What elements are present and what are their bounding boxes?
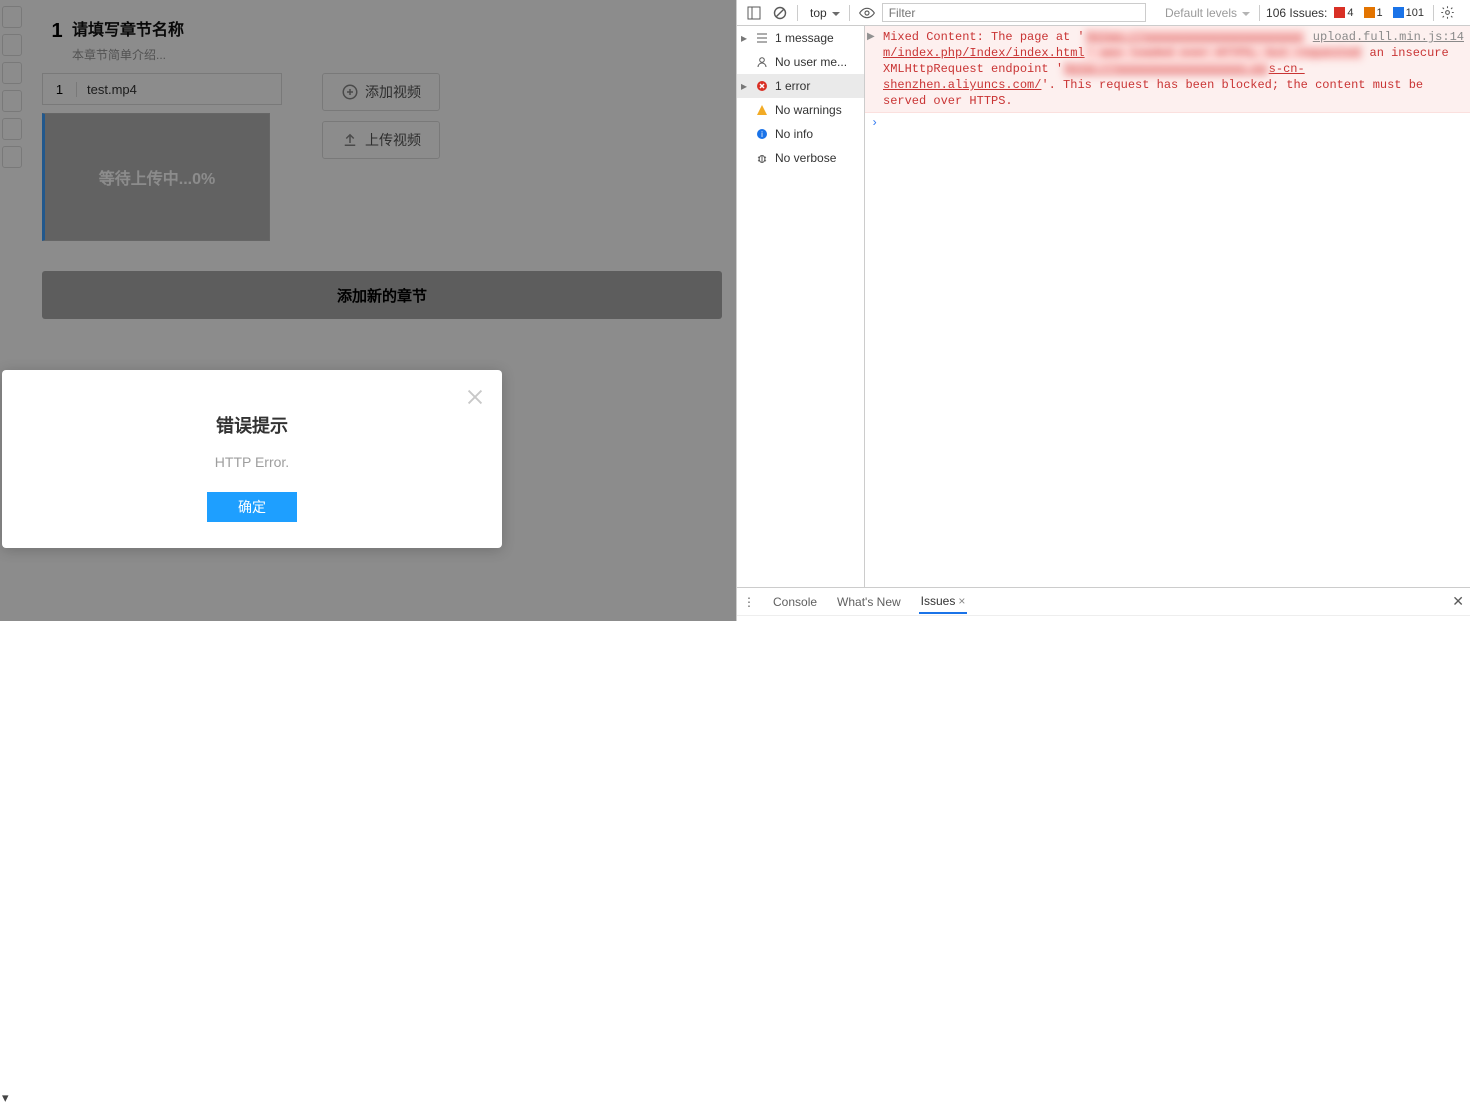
list-icon [755, 31, 769, 45]
drawer-menu-button[interactable]: ⋮ [743, 595, 755, 609]
sidebar-usermsg[interactable]: No user me... [737, 50, 864, 74]
drawer-tabs: ⋮ Console What's New Issues× ✕ [737, 587, 1470, 615]
app-pane: + ▾ 1 请填写章节名称 本章节简单介绍... 1 test.mp4 等 [0, 0, 736, 621]
console-sidebar: ▸ 1 message No user me... ▸ 1 error No w… [737, 26, 865, 587]
devtools-pane: top Default levels 106 Issues: 4 1 101 ▸… [736, 0, 1470, 621]
console-error-message[interactable]: ▶ upload.full.min.js:14 Mixed Content: T… [865, 26, 1470, 113]
expand-caret-icon[interactable]: ▶ [867, 30, 875, 46]
context-selector[interactable]: top [804, 5, 843, 21]
modal-close-button[interactable] [464, 386, 486, 408]
eye-icon [859, 6, 875, 20]
warning-icon [755, 103, 769, 117]
warning-count: 1 [1377, 7, 1383, 19]
sidebar-errors-label: 1 error [775, 79, 810, 93]
sidebar-usermsg-label: No user me... [775, 55, 847, 69]
modal-message: HTTP Error. [2, 454, 502, 470]
error-badge-icon [1334, 7, 1345, 18]
sidebar-messages[interactable]: ▸ 1 message [737, 26, 864, 50]
modal-title: 错误提示 [2, 412, 502, 438]
info-count: 101 [1406, 7, 1424, 19]
drawer-content [737, 615, 1470, 621]
sidebar-info[interactable]: i No info [737, 122, 864, 146]
close-icon [464, 386, 486, 408]
clear-console-button[interactable] [769, 3, 791, 23]
error-modal: 错误提示 HTTP Error. 确定 [2, 370, 502, 548]
bug-icon [755, 151, 769, 165]
sidebar-verbose[interactable]: No verbose [737, 146, 864, 170]
source-link[interactable]: upload.full.min.js:14 [1313, 29, 1464, 45]
info-badge-icon [1393, 7, 1404, 18]
settings-button[interactable] [1440, 5, 1464, 20]
warning-badge-icon [1364, 7, 1375, 18]
ban-icon [773, 6, 787, 20]
sidebar-verbose-label: No verbose [775, 151, 836, 165]
log-levels-selector[interactable]: Default levels [1159, 5, 1253, 21]
error-icon [755, 79, 769, 93]
svg-text:i: i [761, 130, 763, 139]
modal-ok-button[interactable]: 确定 [207, 492, 297, 522]
info-icon: i [755, 127, 769, 141]
console-toolbar: top Default levels 106 Issues: 4 1 101 [737, 0, 1470, 26]
error-count: 4 [1347, 7, 1353, 19]
rail-select-icon[interactable]: ▾ [2, 1090, 22, 1112]
tab-whatsnew[interactable]: What's New [835, 591, 903, 613]
prompt-caret-icon: › [871, 116, 878, 130]
user-icon [755, 55, 769, 69]
panel-icon [747, 6, 761, 20]
filter-input[interactable] [882, 3, 1146, 22]
sidebar-info-label: No info [775, 127, 813, 141]
sidebar-warnings-label: No warnings [775, 103, 842, 117]
issues-label: 106 Issues: [1266, 6, 1327, 20]
sidebar-warnings[interactable]: No warnings [737, 98, 864, 122]
console-output[interactable]: ▶ upload.full.min.js:14 Mixed Content: T… [865, 26, 1470, 587]
sidebar-messages-label: 1 message [775, 31, 834, 45]
gear-icon [1440, 5, 1455, 20]
console-prompt[interactable]: › [865, 113, 1470, 133]
issues-counter[interactable]: 106 Issues: 4 1 101 [1266, 6, 1427, 20]
tab-console[interactable]: Console [771, 591, 819, 613]
toggle-sidebar-button[interactable] [743, 3, 765, 23]
tab-close-icon[interactable]: × [958, 594, 965, 608]
sidebar-errors[interactable]: ▸ 1 error [737, 74, 864, 98]
drawer-close-button[interactable]: ✕ [1452, 593, 1464, 610]
live-expression-button[interactable] [856, 3, 878, 23]
tab-issues[interactable]: Issues× [919, 590, 968, 614]
